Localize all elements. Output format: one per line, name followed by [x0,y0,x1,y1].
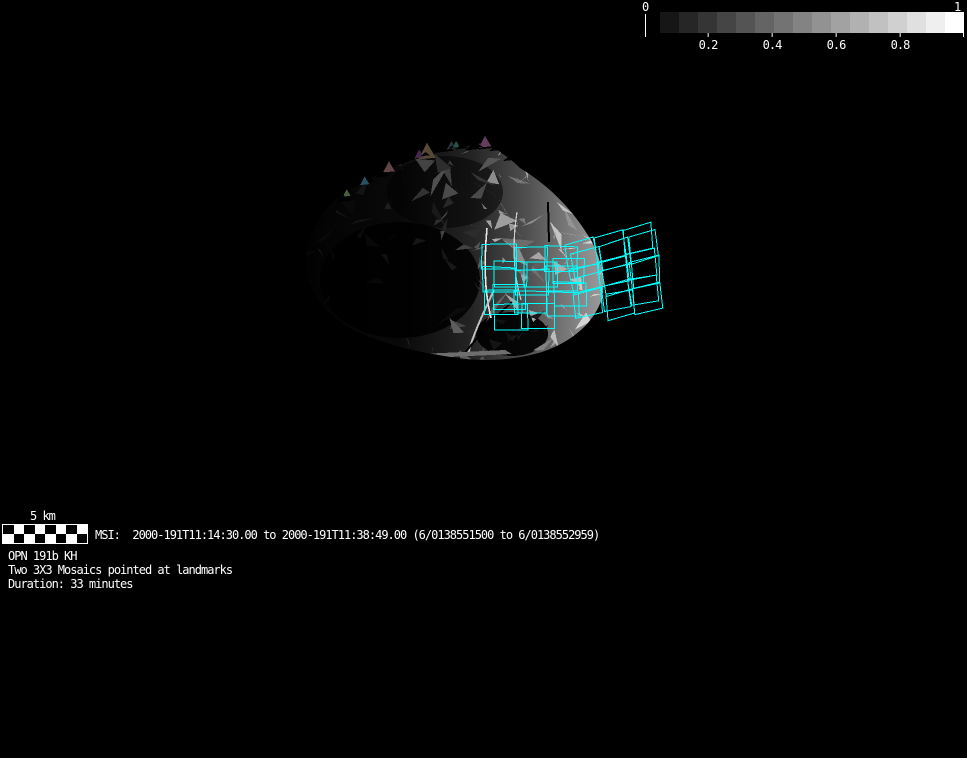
colorbar-tick-0.4: 0.4 [763,33,782,52]
annotation-opn: OPN 191b KH [8,549,232,563]
colorbar-step [907,12,926,33]
shadow-void-left [320,222,480,338]
colorbar-step [926,12,945,33]
scale-bar-cell [56,525,67,534]
scale-bar-cell [14,525,25,534]
application-window: { "colorbar": { "min_label": "0", "max_l… [0,0,967,758]
scale-bar-cell [35,534,46,543]
status-line: MSI: 2000-191T11:14:30.00 to 2000-191T11… [95,528,599,542]
annotation-mosaics: Two 3X3 Mosaics pointed at landmarks [8,563,232,577]
annotation-duration: Duration: 33 minutes [8,577,232,591]
scale-bar-cell [66,525,77,534]
scale-bar-cell [56,534,67,543]
colorbar-step [736,12,755,33]
colorbar-gradient-strip [660,12,964,33]
asteroid-render-viewport [280,120,680,380]
scale-bar-cell [24,525,35,534]
colorbar-step [945,12,964,33]
colorbar-step [850,12,869,33]
asteroid-body [280,120,680,380]
colorbar-step [717,12,736,33]
colorbar-step [660,12,679,33]
colorbar-tick-0.2: 0.2 [699,33,718,52]
colorbar-step [698,12,717,33]
scale-bar-cell [35,525,46,534]
colorbar-min-label: 0 [642,0,649,14]
scale-bar-cell [45,525,56,534]
scale-bar-cell [14,534,25,543]
colorbar-step [793,12,812,33]
tick-mark [708,33,709,37]
colorbar-step [755,12,774,33]
scale-bar-cell [24,534,35,543]
colorbar-tick-0.8: 0.8 [891,33,910,52]
scale-bar-cell [3,534,14,543]
scale-bar-cell [45,534,56,543]
crack-line [548,202,549,242]
scale-bar-checker [2,524,88,544]
colorbar-step [831,12,850,33]
colorbar-tick-0.6: 0.6 [827,33,846,52]
colorbar-step [679,12,698,33]
tick-mark [900,33,901,37]
annotation-block: OPN 191b KH Two 3X3 Mosaics pointed at l… [8,549,232,591]
scale-bar-cell [77,525,88,534]
scale-bar-cell [66,534,77,543]
colorbar-step [869,12,888,33]
colorbar-step [774,12,793,33]
scale-bar-cell [3,525,14,534]
colorbar-zero-tickline [645,14,646,37]
scale-bar-label: 5 km [30,509,55,523]
tick-mark [836,33,837,37]
tick-mark [772,33,773,37]
colorbar-step [888,12,907,33]
colorbar-step [812,12,831,33]
scale-bar-cell [77,534,88,543]
